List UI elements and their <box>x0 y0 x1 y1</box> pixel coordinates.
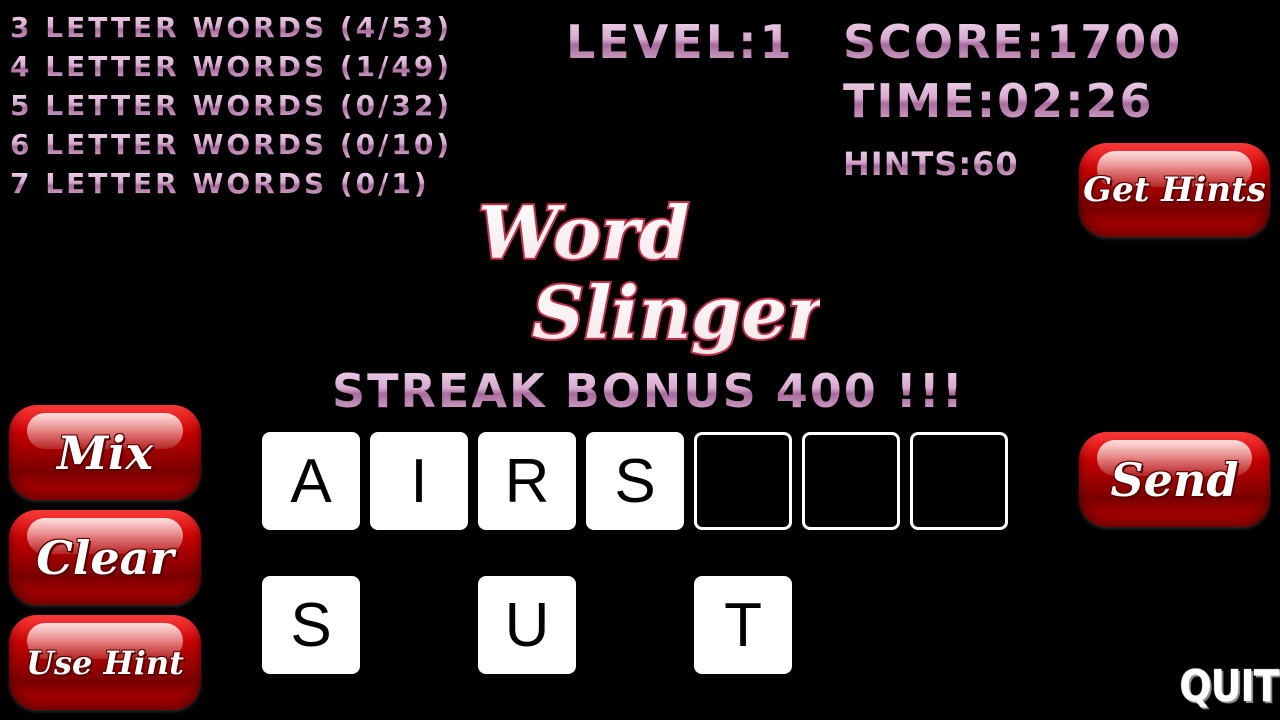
letter-tile[interactable]: T <box>694 576 792 674</box>
word-count-6-letter: 6 LETTER WORDS (0/10) <box>10 128 453 161</box>
time-display: TIME:02:26 <box>843 74 1154 128</box>
use-hint-button[interactable]: Use Hint <box>9 615 201 710</box>
word-slinger-logo: Word Slinger <box>476 188 820 357</box>
answer-slot-4[interactable]: S <box>586 432 684 530</box>
logo-slinger: Slinger <box>532 270 820 355</box>
answer-slot-7[interactable] <box>910 432 1008 530</box>
level-display: LEVEL:1 <box>566 15 795 69</box>
send-label: Send <box>1110 452 1239 507</box>
get-hints-label: Get Hints <box>1083 170 1266 210</box>
send-button[interactable]: Send <box>1079 432 1270 527</box>
letter-tile[interactable]: S <box>262 576 360 674</box>
get-hints-button[interactable]: Get Hints <box>1079 143 1270 237</box>
mix-button[interactable]: Mix <box>9 405 201 500</box>
answer-slot-3[interactable]: R <box>478 432 576 530</box>
clear-button[interactable]: Clear <box>9 510 201 605</box>
hints-count: HINTS:60 <box>843 145 1019 183</box>
word-count-7-letter: 7 LETTER WORDS (0/1) <box>10 167 430 200</box>
word-count-4-letter: 4 LETTER WORDS (1/49) <box>10 50 453 83</box>
answer-slot-2[interactable]: I <box>370 432 468 530</box>
answer-slot-6[interactable] <box>802 432 900 530</box>
letter-tile[interactable]: U <box>478 576 576 674</box>
quit-button[interactable]: QUIT <box>1179 656 1279 716</box>
logo-word: Word <box>478 190 689 275</box>
clear-label: Clear <box>36 530 174 585</box>
use-hint-label: Use Hint <box>26 643 184 682</box>
word-count-3-letter: 3 LETTER WORDS (4/53) <box>10 11 453 44</box>
word-count-5-letter: 5 LETTER WORDS (0/32) <box>10 89 453 122</box>
answer-slot-1[interactable]: A <box>262 432 360 530</box>
mix-label: Mix <box>57 425 153 480</box>
answer-slot-5[interactable] <box>694 432 792 530</box>
score-display: SCORE:1700 <box>843 15 1183 69</box>
streak-bonus-message: STREAK BONUS 400 !!! <box>332 364 965 418</box>
